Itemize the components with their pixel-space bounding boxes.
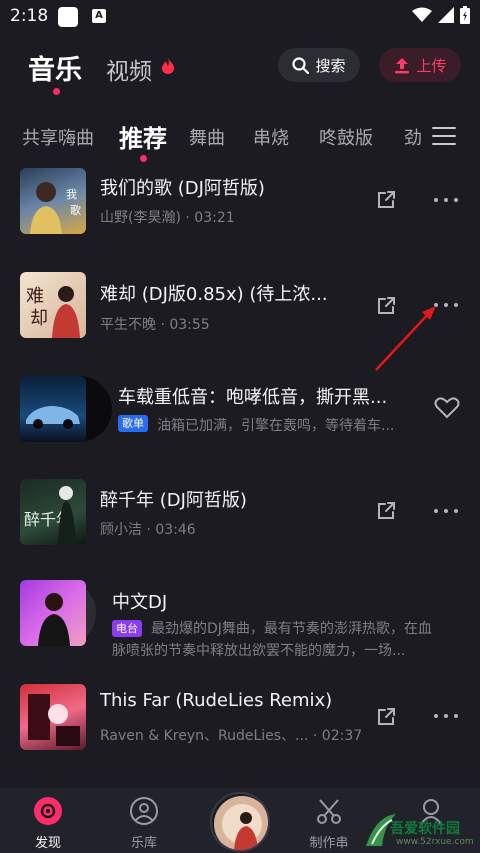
active-indicator xyxy=(53,88,60,95)
fire-icon xyxy=(162,58,174,74)
wifi-icon xyxy=(412,7,432,22)
song-cover: 醉千年 xyxy=(20,479,86,545)
song-meta: 山野(李昊瀚) · 03:21 xyxy=(100,210,235,226)
tab-shared-hits[interactable]: 共享嗨曲 xyxy=(22,124,94,150)
tab-drum[interactable]: 咚鼓版 xyxy=(319,124,373,150)
a-notification-icon: A xyxy=(92,9,106,23)
list-item[interactable]: 我歌 我们的歌 (DJ阿哲版) 山野(李昊瀚) · 03:21 xyxy=(0,166,480,236)
svg-text:却: 却 xyxy=(30,308,48,329)
status-time: 2:18 xyxy=(10,6,49,26)
radio-cover xyxy=(20,580,110,646)
watermark-url: www.52rxue.com xyxy=(396,837,474,847)
tab-recommend[interactable]: 推荐 xyxy=(119,119,167,154)
song-cover xyxy=(20,684,86,750)
nav-library[interactable]: 乐库 xyxy=(109,796,179,851)
tab-video[interactable]: 视频 xyxy=(106,52,152,86)
discover-icon xyxy=(34,797,62,825)
upload-button[interactable]: 上传 xyxy=(379,48,461,82)
search-button[interactable]: 搜索 xyxy=(278,48,360,82)
song-title: 醉千年 (DJ阿哲版) xyxy=(100,490,247,511)
more-options-icon[interactable] xyxy=(434,509,458,515)
upload-icon xyxy=(395,58,410,74)
radio-description-line1: 最劲爆的DJ舞曲，最有节奏的澎湃热歌，在血 xyxy=(151,621,432,637)
song-cover: 我歌 xyxy=(20,168,86,234)
tab-active-indicator xyxy=(140,155,147,162)
playlist-badge: 歌单 xyxy=(118,415,148,432)
song-title: 难却 (DJ版0.85x) (待上浓... xyxy=(100,284,328,305)
share-icon[interactable] xyxy=(374,499,398,523)
song-meta: Raven & Kreyn、RudeLies、... · 02:37 xyxy=(100,728,363,744)
svg-text:我: 我 xyxy=(66,188,77,201)
now-playing-disc[interactable] xyxy=(210,792,270,852)
song-cover: 难却 xyxy=(20,272,86,338)
scissors-icon xyxy=(317,799,341,824)
radio-badge: 电台 xyxy=(112,620,142,637)
watermark-text: 吾爱软件园 xyxy=(390,821,460,837)
heart-icon[interactable] xyxy=(434,396,460,420)
more-options-icon[interactable] xyxy=(434,714,458,720)
playlist-description: 油箱已加满，引擎在轰鸣，等待着车... xyxy=(157,418,395,434)
search-label: 搜索 xyxy=(315,56,346,75)
playlist-cover xyxy=(20,376,112,442)
menu-icon[interactable] xyxy=(432,127,456,147)
song-title: 我们的歌 (DJ阿哲版) xyxy=(100,178,265,199)
battery-icon xyxy=(460,6,470,24)
nav-create-label: 制作串 xyxy=(309,836,349,851)
nav-discover-label: 发现 xyxy=(34,836,61,851)
song-meta: 平生不晚 · 03:55 xyxy=(100,317,210,333)
tab-more[interactable]: 劲 xyxy=(404,124,422,150)
svg-text:难: 难 xyxy=(26,286,44,307)
list-item[interactable]: This Far (RudeLies Remix) Raven & Kreyn、… xyxy=(0,684,480,754)
search-icon xyxy=(292,56,310,74)
list-item[interactable]: 中文DJ 电台 最劲爆的DJ舞曲，最有节奏的澎湃热歌，在血 脉喷张的节奏中释放出… xyxy=(0,580,480,659)
tab-music[interactable]: 音乐 xyxy=(28,48,82,87)
radio-title: 中文DJ xyxy=(112,592,168,613)
playlist-title: 车载重低音：咆哮低音，撕开黑... xyxy=(118,387,388,408)
notification-icon xyxy=(58,7,78,27)
nav-library-label: 乐库 xyxy=(130,836,157,851)
share-icon[interactable] xyxy=(374,705,398,729)
tab-medley[interactable]: 串烧 xyxy=(253,124,289,150)
share-icon[interactable] xyxy=(374,188,398,212)
category-tabs: 共享嗨曲 推荐 舞曲 串烧 咚鼓版 劲 xyxy=(0,116,425,160)
tab-dance[interactable]: 舞曲 xyxy=(189,124,225,150)
nav-discover[interactable]: 发现 xyxy=(13,796,83,851)
more-options-icon[interactable] xyxy=(434,198,458,204)
song-meta: 顾小洁 · 03:46 xyxy=(100,522,196,538)
song-title: This Far (RudeLies Remix) xyxy=(100,690,333,711)
svg-text:歌: 歌 xyxy=(70,203,81,217)
list-item[interactable]: 车载重低音：咆哮低音，撕开黑... 歌单 油箱已加满，引擎在轰鸣，等待着车... xyxy=(0,374,480,444)
signal-icon xyxy=(438,7,454,23)
status-icons xyxy=(412,6,470,24)
library-icon xyxy=(130,797,158,825)
upload-label: 上传 xyxy=(416,56,447,75)
annotation-arrow xyxy=(375,306,436,371)
radio-description-line2: 脉喷张的节奏中释放出欲罢不能的魔力，一场... xyxy=(112,643,406,659)
status-bar: 2:18 A xyxy=(0,0,480,34)
nav-create[interactable]: 制作串 xyxy=(294,796,364,851)
list-item[interactable]: 醉千年 醉千年 (DJ阿哲版) 顾小洁 · 03:46 xyxy=(0,477,480,547)
